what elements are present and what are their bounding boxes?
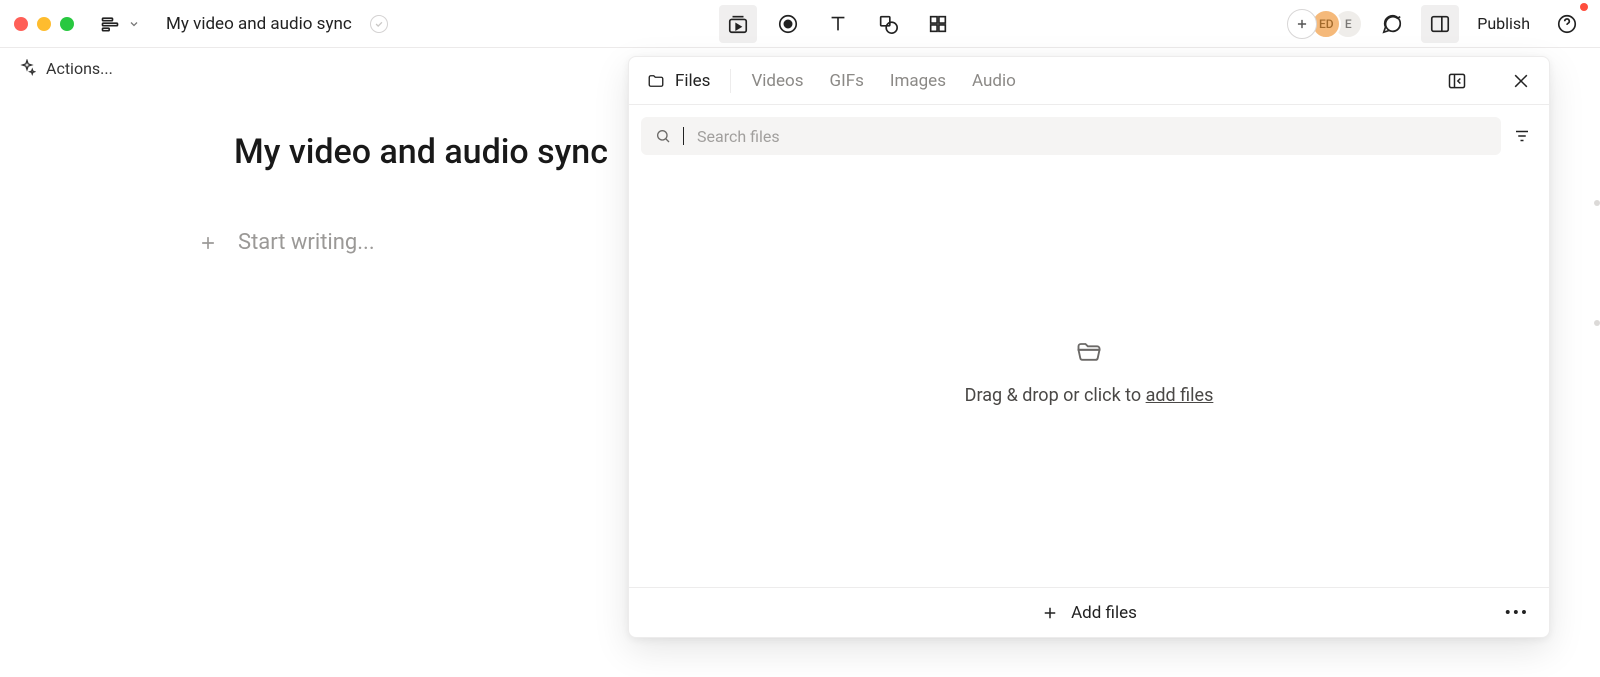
notification-dot-icon (1580, 3, 1588, 11)
document-type-dropdown[interactable] (100, 14, 140, 34)
add-files-button[interactable]: Add files (1041, 603, 1137, 623)
collaborator-avatars: ED E (1319, 9, 1363, 39)
search-input[interactable] (697, 127, 1487, 146)
actions-label: Actions... (46, 59, 113, 78)
search-box[interactable] (641, 117, 1501, 155)
sync-status-icon[interactable] (370, 15, 388, 33)
plus-icon[interactable] (198, 233, 218, 253)
comments-button[interactable] (1373, 5, 1411, 43)
text-tool-button[interactable] (819, 5, 857, 43)
add-files-link[interactable]: add files (1146, 385, 1214, 406)
media-files-panel: Files Videos GIFs Images Audio (628, 56, 1550, 638)
panel-footer: Add files ••• (629, 587, 1549, 637)
right-tool-group: ED E Publish (1287, 5, 1586, 43)
chevron-down-icon (128, 18, 140, 30)
script-icon (100, 14, 120, 34)
start-writing-placeholder: Start writing... (238, 230, 375, 255)
toggle-sidebar-button[interactable] (1421, 5, 1459, 43)
divider (730, 69, 731, 93)
add-collaborator-button[interactable] (1287, 9, 1317, 39)
window-traffic-lights (14, 17, 74, 31)
folder-icon (647, 72, 665, 90)
drop-prefix: Drag & drop or click to (965, 385, 1146, 406)
document-title-header[interactable]: My video and audio sync (166, 14, 352, 34)
media-library-button[interactable] (719, 5, 757, 43)
center-tool-group (719, 5, 957, 43)
tab-label: Images (890, 71, 946, 91)
panel-tab-bar: Files Videos GIFs Images Audio (629, 57, 1549, 105)
help-button[interactable] (1548, 5, 1586, 43)
add-files-label: Add files (1071, 603, 1137, 623)
scroll-marker-icon (1594, 200, 1600, 206)
more-options-button[interactable]: ••• (1505, 603, 1529, 623)
tab-label: Files (675, 71, 710, 91)
tab-label: Audio (972, 71, 1016, 91)
collapse-panel-button[interactable] (1447, 71, 1467, 91)
tab-label: Videos (751, 71, 803, 91)
record-button[interactable] (769, 5, 807, 43)
shapes-tool-button[interactable] (869, 5, 907, 43)
tab-files[interactable]: Files (647, 71, 710, 91)
filter-button[interactable] (1513, 127, 1531, 145)
tab-videos[interactable]: Videos (751, 71, 803, 91)
tab-images[interactable]: Images (890, 71, 946, 91)
minimize-window-button[interactable] (37, 17, 51, 31)
file-drop-zone[interactable]: Drag & drop or click to add files (629, 155, 1549, 587)
window-top-bar: My video and audio sync ED E (0, 0, 1600, 48)
text-caret (683, 127, 684, 145)
maximize-window-button[interactable] (60, 17, 74, 31)
panel-search-row (629, 105, 1549, 155)
tab-label: GIFs (829, 71, 863, 91)
tab-audio[interactable]: Audio (972, 71, 1016, 91)
apps-grid-button[interactable] (919, 5, 957, 43)
drop-zone-text: Drag & drop or click to add files (965, 385, 1214, 406)
sparkle-icon (18, 59, 36, 77)
folder-open-icon (1075, 337, 1103, 365)
close-window-button[interactable] (14, 17, 28, 31)
tab-gifs[interactable]: GIFs (829, 71, 863, 91)
publish-button[interactable]: Publish (1469, 14, 1538, 33)
search-icon (655, 128, 671, 144)
close-panel-button[interactable] (1511, 71, 1531, 91)
